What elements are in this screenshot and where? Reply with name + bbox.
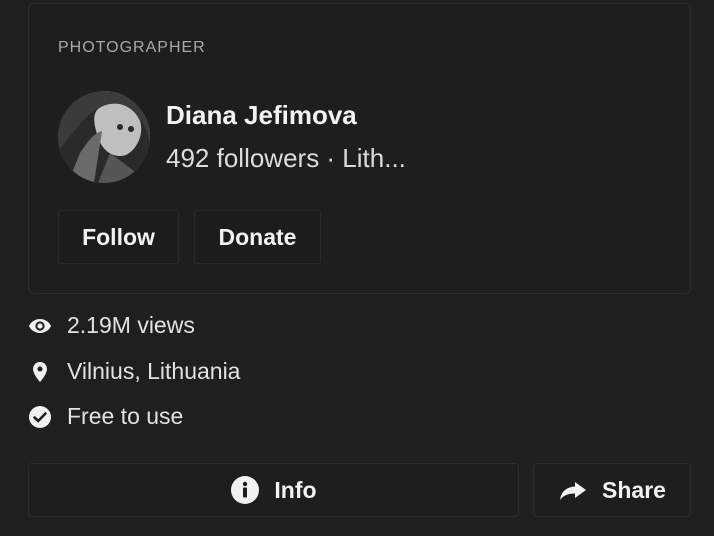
check-circle-icon xyxy=(28,405,52,429)
info-label: Info xyxy=(274,476,317,503)
followers-location: 492 followers · Lith... xyxy=(166,143,406,173)
location-text[interactable]: Vilnius, Lithuania xyxy=(67,358,240,385)
share-button[interactable]: Share xyxy=(533,463,691,517)
photographer-card: PHOTOGRAPHER Diana Jefimova 492 follower… xyxy=(28,3,691,294)
license-row: Free to use xyxy=(28,403,183,430)
location-row: Vilnius, Lithuania xyxy=(28,358,240,385)
role-label: PHOTOGRAPHER xyxy=(58,39,206,56)
license-text[interactable]: Free to use xyxy=(67,403,183,430)
info-button[interactable]: Info xyxy=(28,463,519,517)
share-arrow-icon xyxy=(558,475,588,505)
photographer-name[interactable]: Diana Jefimova xyxy=(166,100,357,131)
views-text: 2.19M views xyxy=(67,312,195,338)
avatar[interactable] xyxy=(58,91,150,183)
share-label: Share xyxy=(602,476,666,503)
avatar-photo xyxy=(58,91,150,183)
donate-button[interactable]: Donate xyxy=(194,210,321,264)
follow-button[interactable]: Follow xyxy=(58,210,179,264)
info-icon xyxy=(230,475,260,505)
eye-icon xyxy=(28,314,52,338)
views-row: 2.19M views xyxy=(28,312,195,339)
map-pin-icon xyxy=(28,360,52,384)
